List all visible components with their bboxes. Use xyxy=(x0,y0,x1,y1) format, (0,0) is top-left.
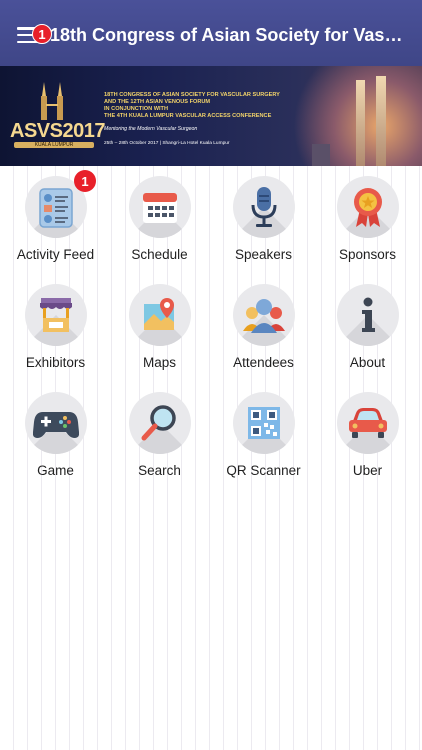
tower-right xyxy=(376,76,386,166)
activity-feed-badge: 1 xyxy=(74,170,96,192)
tile-label: Maps xyxy=(142,355,176,370)
tile-exhibitors[interactable]: Exhibitors xyxy=(4,284,107,392)
info-icon xyxy=(361,297,375,332)
activity-feed-icon xyxy=(38,188,73,228)
tile-game[interactable]: Game xyxy=(4,392,107,500)
tile-sponsors[interactable]: Sponsors xyxy=(316,176,419,284)
tile-label: Sponsors xyxy=(338,247,397,262)
tile-search[interactable]: Search xyxy=(108,392,211,500)
tile-schedule[interactable]: Schedule xyxy=(108,176,211,284)
tile-label: Speakers xyxy=(234,247,293,262)
tile-label: Game xyxy=(37,463,74,478)
gamepad-icon xyxy=(32,412,79,438)
tile-label: Schedule xyxy=(131,247,188,262)
app-header: 1 18th Congress of Asian Society for Vas… xyxy=(0,0,422,66)
tile-attendees[interactable]: Attendees xyxy=(212,284,315,392)
tile-label: Activity Feed xyxy=(16,247,95,262)
tile-maps[interactable]: Maps xyxy=(108,284,211,392)
tile-label: QR Scanner xyxy=(226,463,301,478)
banner-logo: ASVS2017 xyxy=(10,120,105,142)
people-icon xyxy=(242,299,285,333)
tile-activity-feed[interactable]: 1 Activity Feed xyxy=(4,170,107,284)
tile-label: About xyxy=(349,355,386,370)
car-icon xyxy=(348,408,387,438)
page-title: 18th Congress of Asian Society for Vascu… xyxy=(50,24,406,45)
menu-notification-badge: 1 xyxy=(32,24,52,44)
menu-button[interactable]: 1 xyxy=(0,0,52,66)
tile-speakers[interactable]: Speakers xyxy=(212,176,315,284)
twin-towers-logo-icon xyxy=(41,82,63,120)
award-ribbon-icon xyxy=(353,188,382,227)
feature-grid: 1 Activity Feed Schedule Speakers Sponso… xyxy=(0,166,422,500)
tile-label: Search xyxy=(138,463,181,478)
map-pin-icon xyxy=(143,298,174,330)
tile-uber[interactable]: Uber xyxy=(316,392,419,500)
microphone-icon xyxy=(251,187,276,227)
banner-tagline: Mentoring the Modern Vascular Surgeon xyxy=(104,126,198,132)
tile-about[interactable]: About xyxy=(316,284,419,392)
tile-label: Uber xyxy=(352,463,383,478)
booth-icon xyxy=(39,298,72,332)
event-banner: ASVS2017 KUALA LUMPUR 18TH CONGRESS OF A… xyxy=(0,66,422,166)
qr-code-icon xyxy=(247,407,280,439)
banner-logo-sub: KUALA LUMPUR xyxy=(14,142,94,148)
tile-label: Attendees xyxy=(233,355,294,370)
magnifier-icon xyxy=(141,405,176,441)
tower-left xyxy=(356,80,365,166)
banner-heading: 18TH CONGRESS OF ASIAN SOCIETY FOR VASCU… xyxy=(104,92,280,119)
tile-label: Exhibitors xyxy=(25,355,86,370)
banner-dates: 25th – 28th October 2017 | Shangri-La Ho… xyxy=(104,141,230,146)
tile-qr-scanner[interactable]: QR Scanner xyxy=(212,392,315,500)
calendar-icon xyxy=(142,193,177,223)
building xyxy=(312,144,330,166)
